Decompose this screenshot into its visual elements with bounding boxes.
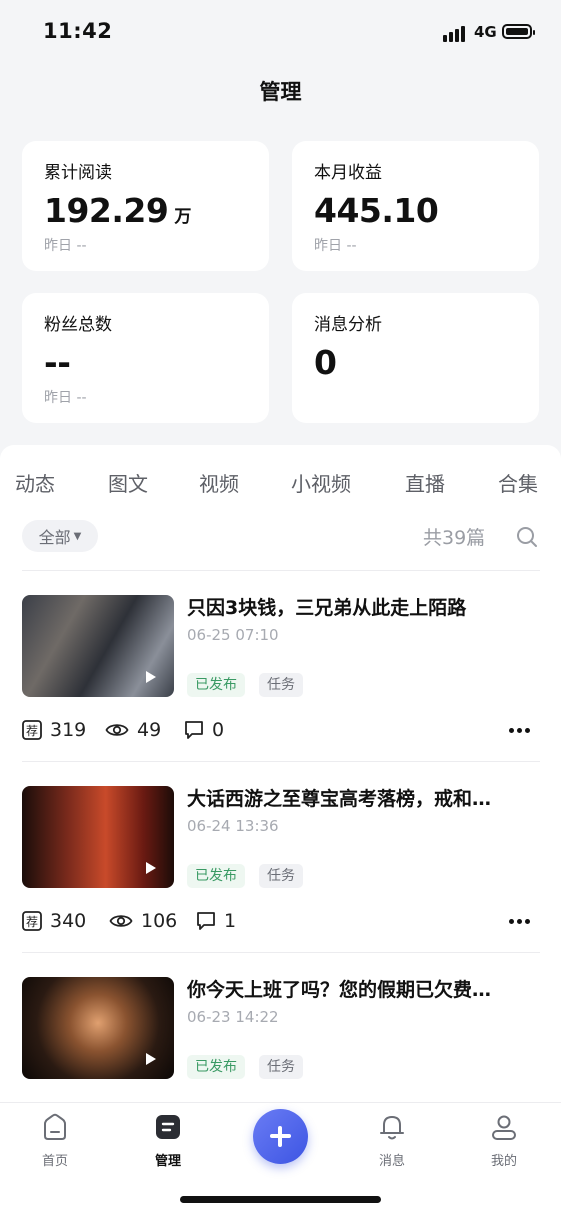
home-icon	[44, 1113, 66, 1140]
status-badge-published: 已发布	[187, 1055, 245, 1079]
post-title[interactable]: 你今天上班了吗？您的假期已欠费…	[187, 975, 539, 1002]
recommend-count: 荐 319	[22, 719, 86, 741]
add-post-button[interactable]	[253, 1109, 308, 1164]
play-icon	[146, 671, 156, 683]
stat-label: 粉丝总数	[44, 315, 112, 335]
recommend-icon: 荐	[22, 720, 42, 740]
recommend-icon: 荐	[22, 911, 42, 931]
chevron-down-icon: ▼	[73, 530, 82, 542]
tab-videos[interactable]: 视频	[199, 468, 239, 497]
more-options-icon[interactable]	[509, 728, 531, 734]
stat-card-total-reads[interactable]: 累计阅读 192.29 万 昨日 --	[22, 141, 269, 271]
filter-dropdown[interactable]: 全部 ▼	[22, 520, 98, 552]
stat-value: 192.29 万	[44, 191, 191, 230]
status-bar: 11:42 4G	[0, 0, 561, 66]
play-icon	[146, 1053, 156, 1065]
nav-label: 我的	[490, 1154, 517, 1169]
bell-icon	[380, 1116, 404, 1140]
comment-icon	[197, 912, 215, 930]
nav-label: 消息	[378, 1154, 405, 1169]
user-icon	[492, 1115, 516, 1140]
total-count: 共39篇	[423, 527, 486, 549]
post-thumbnail[interactable]	[22, 977, 174, 1079]
stat-label: 本月收益	[314, 163, 382, 183]
view-count: 49	[105, 719, 161, 741]
stat-value: --	[44, 343, 71, 382]
eye-icon	[109, 915, 133, 927]
task-badge: 任务	[259, 673, 303, 697]
eye-icon	[105, 724, 129, 736]
manage-icon	[156, 1115, 180, 1139]
comment-count[interactable]: 0	[184, 719, 224, 741]
nav-label: 管理	[154, 1154, 181, 1169]
tab-articles[interactable]: 图文	[108, 468, 148, 497]
play-icon	[146, 862, 156, 874]
stat-yesterday: 昨日 --	[44, 390, 87, 406]
post-date: 06-23 14:22	[187, 1008, 279, 1026]
stat-card-followers[interactable]: 粉丝总数 -- 昨日 --	[22, 293, 269, 423]
stat-value: 445.10	[314, 191, 439, 230]
stat-unit: 万	[174, 207, 191, 227]
task-badge: 任务	[259, 864, 303, 888]
comment-count[interactable]: 1	[196, 910, 236, 932]
post-date: 06-24 13:36	[187, 817, 279, 835]
tab-short-videos[interactable]: 小视频	[291, 468, 351, 497]
filter-label: 全部	[38, 528, 71, 547]
task-badge: 任务	[259, 1055, 303, 1079]
svg-text:荐: 荐	[26, 724, 38, 738]
svg-text:荐: 荐	[26, 915, 38, 929]
tab-live[interactable]: 直播	[405, 468, 445, 497]
tab-collections[interactable]: 合集	[498, 468, 538, 497]
network-label: 4G	[474, 23, 497, 41]
signal-icon	[443, 24, 469, 42]
post-thumbnail[interactable]	[22, 595, 174, 697]
home-indicator	[180, 1196, 381, 1203]
view-count: 106	[109, 910, 177, 932]
post-thumbnail[interactable]	[22, 786, 174, 888]
recommend-count: 荐 340	[22, 910, 86, 932]
tab-dynamic[interactable]: 动态	[15, 468, 55, 497]
page-title: 管理	[259, 80, 302, 104]
status-badge-published: 已发布	[187, 673, 245, 697]
search-icon[interactable]	[516, 526, 538, 548]
stat-label: 消息分析	[314, 315, 382, 335]
stat-yesterday: 昨日 --	[314, 238, 357, 254]
nav-label: 首页	[41, 1154, 68, 1169]
more-options-icon[interactable]	[509, 919, 531, 925]
battery-icon	[502, 24, 535, 39]
stat-yesterday: 昨日 --	[44, 238, 87, 254]
stat-card-message-analysis[interactable]: 消息分析 0	[292, 293, 539, 423]
comment-icon	[185, 721, 203, 739]
divider	[22, 570, 540, 571]
stat-card-monthly-income[interactable]: 本月收益 445.10 昨日 --	[292, 141, 539, 271]
stat-value: 0	[314, 343, 337, 382]
stat-label: 累计阅读	[44, 163, 112, 183]
post-title[interactable]: 只因3块钱，三兄弟从此走上陌路	[187, 593, 539, 620]
status-time: 11:42	[43, 19, 113, 43]
status-badge-published: 已发布	[187, 864, 245, 888]
post-title[interactable]: 大话西游之至尊宝高考落榜，戒和…	[187, 784, 539, 811]
divider	[22, 952, 540, 953]
divider	[22, 761, 540, 762]
post-date: 06-25 07:10	[187, 626, 279, 644]
